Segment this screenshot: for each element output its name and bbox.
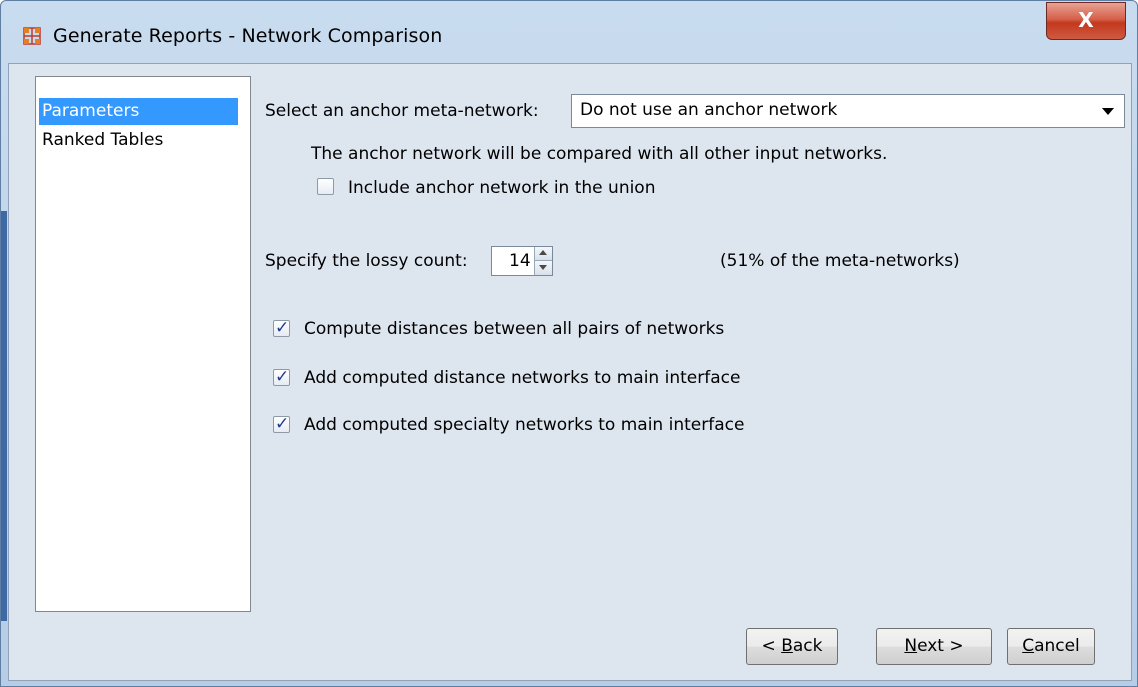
include-anchor-label: Include anchor network in the union	[348, 178, 656, 198]
anchor-note: The anchor network will be compared with…	[311, 144, 888, 164]
compute-distances-label: Compute distances between all pairs of n…	[304, 319, 725, 339]
spinner-buttons	[534, 247, 552, 275]
lossy-count-label: Specify the lossy count:	[265, 251, 468, 271]
lossy-count-spinner[interactable]: 14	[491, 246, 553, 276]
window-title: Generate Reports - Network Comparison	[53, 25, 443, 47]
next-button[interactable]: Next >	[876, 628, 992, 665]
checkmark-icon: ✓	[275, 367, 290, 387]
network-grid-icon	[23, 27, 41, 45]
section-list: Parameters Ranked Tables	[35, 76, 251, 612]
lossy-percent-text: (51% of the meta-networks)	[720, 251, 960, 271]
chevron-down-icon	[1102, 108, 1114, 115]
back-button[interactable]: < Back	[746, 628, 838, 665]
checkmark-icon: ✓	[275, 414, 290, 434]
include-anchor-checkbox[interactable]	[317, 178, 334, 195]
dialog-content: Parameters Ranked Tables Select an ancho…	[8, 63, 1132, 681]
add-specialty-networks-checkbox[interactable]: ✓	[273, 414, 290, 434]
title-bar[interactable]: Generate Reports - Network Comparison X	[1, 1, 1137, 61]
window-edge	[1, 211, 7, 621]
spin-down-button[interactable]	[535, 261, 552, 275]
anchor-network-select[interactable]: Do not use an anchor network	[571, 94, 1125, 128]
anchor-label: Select an anchor meta-network:	[265, 101, 539, 121]
dialog-window: Generate Reports - Network Comparison X …	[0, 0, 1138, 687]
add-distance-networks-checkbox[interactable]: ✓	[273, 367, 290, 387]
checkmark-icon: ✓	[275, 318, 290, 338]
close-button[interactable]: X	[1046, 2, 1126, 40]
nav-item-ranked-tables[interactable]: Ranked Tables	[39, 127, 238, 154]
anchor-select-value: Do not use an anchor network	[580, 100, 838, 120]
lossy-count-value: 14	[509, 251, 531, 271]
close-x-icon: X	[1078, 8, 1094, 32]
add-distance-networks-label: Add computed distance networks to main i…	[304, 368, 741, 388]
add-specialty-networks-label: Add computed specialty networks to main …	[304, 415, 745, 435]
arrow-down-icon	[539, 265, 547, 270]
cancel-button[interactable]: Cancel	[1007, 628, 1095, 665]
arrow-up-icon	[539, 250, 547, 255]
spin-up-button[interactable]	[535, 247, 552, 261]
compute-distances-checkbox[interactable]: ✓	[273, 318, 290, 338]
nav-item-parameters[interactable]: Parameters	[39, 98, 238, 125]
